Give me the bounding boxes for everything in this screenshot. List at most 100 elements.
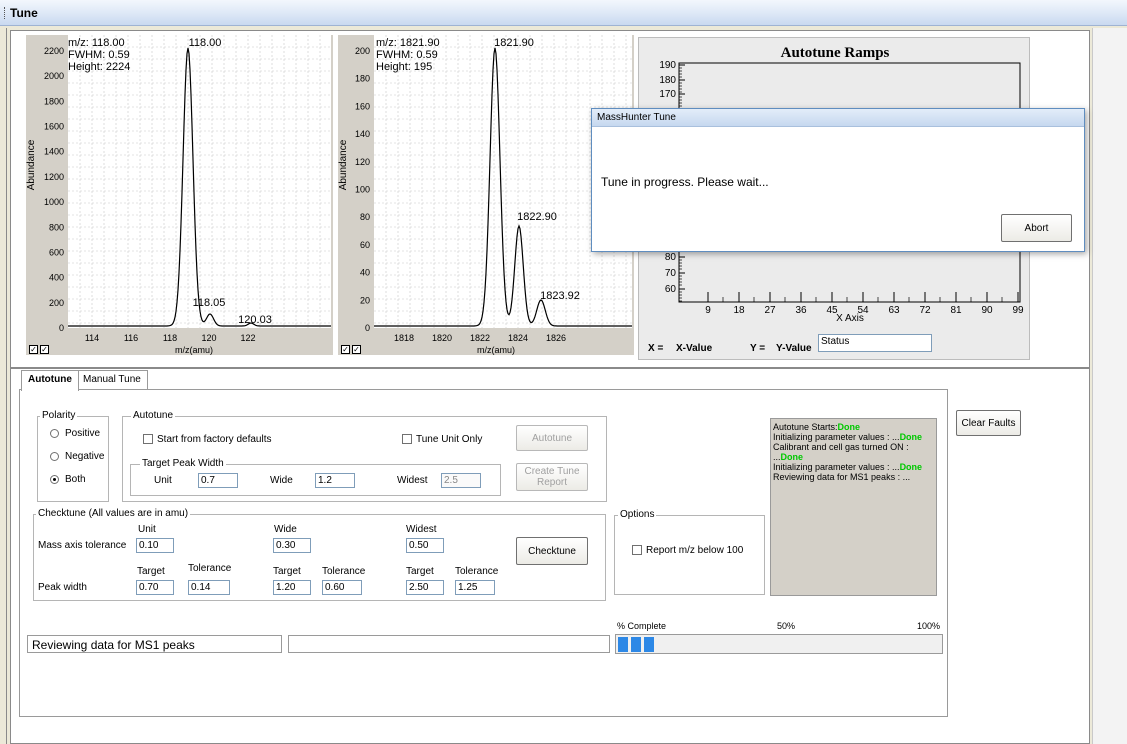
autotune-legend: Autotune — [131, 410, 176, 421]
s2-ytick: 120 — [355, 157, 370, 167]
s1-xtick: 114 — [85, 333, 99, 343]
abort-button[interactable]: Abort — [1001, 214, 1072, 242]
report-below-checkbox[interactable] — [632, 545, 642, 555]
unit-input[interactable]: 0.7 — [198, 473, 238, 488]
s1-ytick: 1800 — [44, 96, 64, 106]
polarity-positive-label: Positive — [65, 428, 101, 439]
ramps-ytick: 60 — [665, 284, 677, 295]
s1-ytick: 400 — [49, 273, 64, 283]
spectrum-2-checkbox[interactable]: ✓ — [352, 345, 361, 354]
ramps-ytick: 190 — [659, 60, 676, 71]
s2-ytick: 40 — [360, 268, 370, 278]
spectrum-2-checkbox[interactable]: ✓ — [341, 345, 350, 354]
grip-icon — [4, 7, 6, 19]
log-line: Initializing parameter values : ...Done — [773, 432, 923, 442]
mass-axis-wide-input[interactable]: 0.30 — [273, 538, 311, 553]
ramps-xtick: 36 — [795, 305, 807, 316]
tune-unit-only-label: Tune Unit Only — [416, 434, 483, 445]
s2-ytick: 80 — [360, 212, 370, 222]
mass-axis-label: Mass axis tolerance — [38, 540, 127, 551]
peak-width-wide-target-input[interactable]: 1.20 — [273, 580, 311, 595]
s2-xtick: 1824 — [508, 333, 528, 343]
status-secondary — [288, 635, 610, 653]
wide-label: Wide — [270, 475, 293, 486]
peak-width-widest-tolerance-input[interactable]: 1.25 — [455, 580, 495, 595]
checktune-legend: Checktune (All values are in amu) — [36, 508, 191, 519]
ramps-xlabel: X Axis — [836, 313, 864, 324]
s1-ytick: 2000 — [44, 71, 64, 81]
progress-bar — [615, 634, 943, 654]
mass-axis-unit-input[interactable]: 0.10 — [136, 538, 174, 553]
s1-ytick: 1200 — [44, 172, 64, 182]
tolerance-header: Tolerance — [322, 566, 366, 577]
progress-segment — [631, 637, 641, 652]
spectrum-1-panel: 0 200 400 600 800 1000 1200 1400 1600 1800 2000 220… — [26, 35, 333, 355]
target-header: Target — [137, 566, 165, 577]
options-legend: Options — [618, 509, 657, 520]
s2-ytick: 160 — [355, 101, 370, 111]
s1-ytick: 600 — [49, 247, 64, 257]
tab-manual-tune[interactable]: Manual Tune — [76, 370, 148, 390]
spectrum-2-ylabel: Abundance — [338, 139, 349, 190]
log-line: Calibrant and cell gas turned ON : — [773, 442, 909, 452]
checktune-button[interactable]: Checktune — [516, 537, 588, 565]
progress-mid: 50% — [777, 621, 796, 631]
s2-ytick: 20 — [360, 295, 370, 305]
s1-ytick: 2200 — [44, 46, 64, 56]
tab-autotune[interactable]: Autotune — [21, 370, 79, 391]
y-value: Y-Value — [776, 343, 812, 354]
create-tune-report-button[interactable]: Create Tune Report — [516, 463, 588, 491]
ramps-xtick: 9 — [705, 305, 711, 316]
s1-ytick: 1600 — [44, 122, 64, 132]
status-field: Status — [818, 334, 932, 352]
spectrum-1-checkbox[interactable]: ✓ — [40, 345, 49, 354]
spectrum-1-checkbox[interactable]: ✓ — [29, 345, 38, 354]
col-unit-header: Unit — [138, 524, 156, 535]
mass-axis-widest-input[interactable]: 0.50 — [406, 538, 444, 553]
start-factory-checkbox[interactable] — [143, 434, 153, 444]
widest-input[interactable]: 2.5 — [441, 473, 481, 488]
radio-negative[interactable] — [50, 452, 59, 461]
spectrum-1-info-fwhm: FWHM: 0.59 — [68, 49, 130, 61]
start-factory-label: Start from factory defaults — [157, 434, 272, 445]
s2-ytick: 60 — [360, 240, 370, 250]
tune-unit-only-checkbox[interactable] — [402, 434, 412, 444]
ramps-xtick: 63 — [888, 305, 900, 316]
y-label: Y = — [750, 343, 766, 354]
wide-input[interactable]: 1.2 — [315, 473, 355, 488]
widest-label: Widest — [397, 475, 428, 486]
spectrum-2-peak-label: 1822.90 — [517, 211, 557, 223]
s1-xtick: 120 — [201, 333, 216, 343]
progress-label: % Complete — [617, 621, 667, 631]
radio-both[interactable] — [50, 475, 59, 484]
autotune-button[interactable]: Autotune — [516, 425, 588, 451]
ramps-xtick: 99 — [1012, 305, 1024, 316]
polarity-legend: Polarity — [40, 410, 78, 421]
spectrum-2-info-height: Height: 195 — [376, 61, 432, 73]
peak-width-wide-tolerance-input[interactable]: 0.60 — [322, 580, 362, 595]
log-line: Initializing parameter values : ...Done — [773, 462, 923, 472]
s2-ytick: 200 — [355, 46, 370, 56]
dialog-title: MassHunter Tune — [592, 109, 1084, 127]
clear-faults-button[interactable]: Clear Faults — [956, 410, 1021, 436]
unit-label: Unit — [154, 475, 172, 486]
peak-width-widest-target-input[interactable]: 2.50 — [406, 580, 444, 595]
log-line: Autotune Starts:Done — [773, 422, 861, 432]
peak-width-unit-tolerance-input[interactable]: 0.14 — [188, 580, 230, 595]
radio-positive[interactable] — [50, 429, 59, 438]
s2-xtick: 1818 — [394, 333, 414, 343]
target-peak-width-legend: Target Peak Width — [140, 458, 226, 469]
s2-xtick: 1822 — [470, 333, 490, 343]
s1-xtick: 122 — [240, 333, 255, 343]
s1-ytick: 0 — [59, 323, 64, 333]
spectrum-2-xlabel: m/z(amu) — [477, 345, 515, 355]
ramps-ytick: 70 — [665, 268, 677, 279]
col-wide-header: Wide — [274, 524, 297, 535]
s2-xtick: 1826 — [546, 333, 566, 343]
peak-width-unit-target-input[interactable]: 0.70 — [136, 580, 174, 595]
s1-ytick: 1400 — [44, 147, 64, 157]
spectrum-1-xlabel: m/z(amu) — [175, 345, 213, 355]
s1-xtick: 118 — [163, 333, 177, 343]
s2-ytick: 140 — [355, 129, 370, 139]
s1-ytick: 200 — [49, 298, 64, 308]
